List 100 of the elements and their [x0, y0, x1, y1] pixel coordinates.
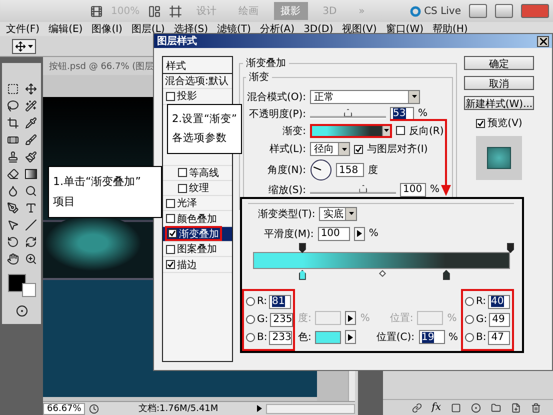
smoothness-input[interactable]: 100 — [318, 226, 350, 240]
gradient-bar[interactable] — [253, 252, 510, 269]
dialog-button[interactable]: 取消 — [464, 76, 534, 90]
minimize-button[interactable] — [469, 4, 487, 18]
angle-dial[interactable] — [310, 159, 332, 181]
style-item[interactable]: 光泽 — [163, 196, 232, 212]
menu-item[interactable]: 帮助(H) — [432, 22, 468, 36]
menu-item[interactable]: 3D(D) — [304, 24, 334, 34]
caret-icon[interactable] — [348, 211, 354, 216]
color-swatch[interactable] — [315, 330, 342, 344]
radio-button[interactable] — [246, 333, 255, 342]
cs-live-menu[interactable]: CS Live — [424, 6, 461, 16]
checkbox[interactable] — [476, 118, 485, 128]
radio-button[interactable] — [246, 297, 255, 306]
layout-icon[interactable] — [148, 4, 161, 18]
checkbox[interactable] — [396, 126, 405, 135]
style-item[interactable]: 图案叠加 — [163, 242, 232, 258]
opacity-slider[interactable] — [310, 108, 386, 120]
trash-icon[interactable] — [531, 402, 541, 412]
checkbox[interactable] — [166, 92, 175, 101]
menu-item[interactable]: 编辑(E) — [48, 22, 83, 36]
channel-input[interactable]: 81 — [269, 294, 291, 309]
lasso-icon[interactable] — [4, 98, 20, 113]
color-stop[interactable] — [298, 270, 306, 280]
channel-input[interactable]: 233 — [269, 330, 292, 345]
menu-item[interactable]: 文件(F) — [6, 22, 40, 36]
zoom-field[interactable]: 66.67% — [43, 402, 86, 414]
style-item[interactable]: 颜色叠加 — [163, 211, 232, 227]
play-icon[interactable] — [257, 405, 262, 412]
background-color[interactable] — [22, 283, 36, 297]
pen-icon[interactable] — [4, 200, 20, 215]
channel-input[interactable]: 47 — [488, 330, 510, 345]
close-icon[interactable] — [537, 36, 549, 46]
opacity-stop[interactable] — [298, 243, 306, 253]
menu-item[interactable]: 窗口(W) — [386, 22, 424, 36]
restore-button[interactable] — [495, 4, 513, 18]
radio-button[interactable] — [246, 315, 255, 324]
move-icon[interactable] — [22, 81, 38, 96]
link-icon[interactable] — [412, 402, 422, 412]
caret-icon[interactable] — [28, 44, 33, 48]
menu-item[interactable]: 视图(V) — [342, 22, 377, 36]
menu-item[interactable]: 选择(S) — [174, 22, 208, 36]
checkbox[interactable] — [168, 229, 177, 238]
play-icon[interactable] — [345, 311, 356, 326]
opacity-input[interactable]: 53 — [390, 106, 414, 120]
eraser-icon[interactable] — [4, 166, 20, 181]
foreground-color[interactable] — [8, 274, 26, 292]
new-layer-icon[interactable] — [511, 402, 521, 412]
dialog-button[interactable]: 新建样式(W)... — [464, 96, 534, 110]
gradient-icon[interactable] — [22, 166, 38, 181]
magic-wand-icon[interactable] — [22, 98, 38, 113]
opacity-stop[interactable] — [507, 243, 514, 253]
checkbox[interactable] — [166, 260, 175, 270]
style-item[interactable]: 纹理 — [163, 180, 232, 196]
caret-icon[interactable] — [342, 146, 346, 152]
gradient-picker[interactable] — [310, 124, 392, 138]
screen-mode-icon[interactable] — [168, 4, 182, 18]
scale-slider[interactable] — [310, 184, 396, 196]
quick-mask-icon[interactable] — [14, 303, 30, 318]
menu-item[interactable]: 滤镜(T) — [216, 22, 251, 36]
blend-mode-select[interactable]: 正常 — [310, 90, 420, 104]
adjustment-icon[interactable] — [471, 402, 481, 412]
style-item[interactable]: 混合选项:默认 — [163, 74, 232, 90]
location-input[interactable] — [417, 311, 444, 326]
caret-icon[interactable] — [412, 94, 416, 99]
checkbox[interactable] — [178, 168, 187, 178]
channel-input[interactable]: 235 — [270, 312, 294, 327]
folder-icon[interactable] — [491, 402, 501, 412]
color-stop[interactable] — [442, 270, 450, 280]
line-icon[interactable] — [22, 217, 38, 232]
menu-item[interactable]: 图层(L) — [131, 22, 165, 36]
film-icon[interactable] — [90, 4, 103, 18]
checkbox[interactable] — [166, 214, 175, 224]
play-icon[interactable] — [354, 226, 365, 240]
midpoint-marker[interactable] — [378, 270, 386, 277]
checkbox[interactable] — [166, 198, 175, 208]
checkbox[interactable] — [166, 244, 175, 254]
style-item[interactable]: 渐变叠加 — [163, 226, 232, 242]
tool-preset-picker[interactable] — [12, 38, 36, 54]
scale-input[interactable]: 100 — [400, 182, 426, 196]
move-icon[interactable] — [15, 40, 26, 52]
channel-input[interactable]: 49 — [489, 312, 510, 327]
stop-opacity-input[interactable] — [315, 311, 342, 326]
brush-icon[interactable] — [22, 132, 38, 147]
brush-icon[interactable] — [22, 149, 38, 164]
menu-item[interactable]: 分析(A) — [260, 22, 295, 36]
mask-icon[interactable] — [451, 402, 461, 412]
dialog-button[interactable]: 确定 — [464, 56, 534, 70]
style-item[interactable]: 等高线 — [163, 166, 232, 181]
location-input[interactable]: 19 — [418, 330, 445, 344]
horizontal-scrollbar[interactable] — [266, 404, 355, 414]
fx-button[interactable]: fx — [432, 402, 441, 413]
radio-button[interactable] — [465, 315, 474, 324]
caret-icon[interactable] — [384, 128, 389, 133]
channel-input[interactable]: 40 — [488, 294, 510, 309]
style-select[interactable]: 径向 — [310, 142, 350, 156]
radio-button[interactable] — [465, 333, 474, 342]
play-icon[interactable] — [345, 330, 356, 344]
crop-icon[interactable] — [4, 115, 20, 130]
menu-item[interactable]: 图像(I) — [92, 22, 122, 36]
